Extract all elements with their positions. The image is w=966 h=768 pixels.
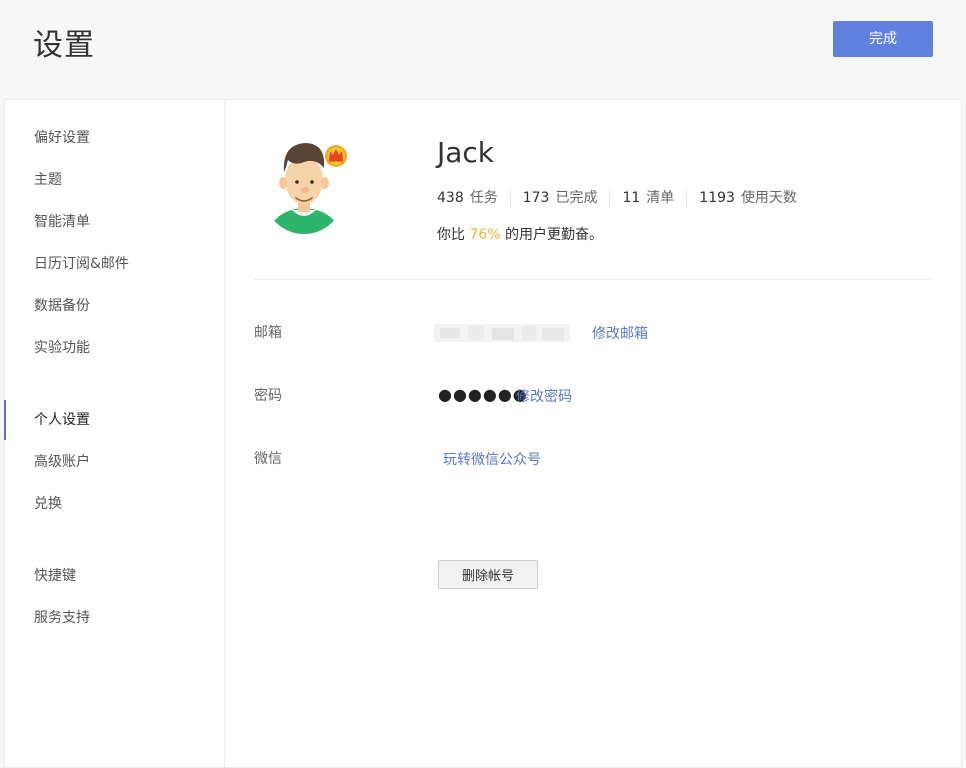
password-value: ●●●●●● [438,385,528,404]
stat-value: 173 [522,190,550,206]
avatar[interactable] [264,138,354,242]
email-value-blurred [434,324,570,342]
sidebar-item-redeem[interactable]: 兑换 [5,484,223,524]
compare-suffix: 的用户更勤奋。 [505,227,604,243]
personal-settings-content: Jack 438 任务 173 已完成 11 清单 1193 使用天数 你比 7… [224,100,961,767]
wechat-label: 微信 [254,451,282,467]
password-label: 密码 [254,388,282,404]
settings-panel: 偏好设置 主题 智能清单 日历订阅&邮件 数据备份 实验功能 个人设置 高级账户… [4,99,962,768]
wechat-link[interactable]: 玩转微信公众号 [443,449,541,469]
compare-prefix: 你比 [437,227,465,243]
sidebar-item-smart-lists[interactable]: 智能清单 [5,202,223,242]
sidebar: 偏好设置 主题 智能清单 日历订阅&邮件 数据备份 实验功能 个人设置 高级账户… [4,100,225,767]
diligence-comparison: 你比 76% 的用户更勤奋。 [437,224,603,244]
stat-days: 1193 使用天数 [686,189,809,207]
done-button[interactable]: 完成 [833,21,933,57]
stat-label: 任务 [469,190,498,206]
sidebar-item-calendar-email[interactable]: 日历订阅&邮件 [5,244,223,284]
sidebar-item-theme[interactable]: 主题 [5,160,223,200]
stat-value: 438 [437,190,464,206]
stat-label: 已完成 [555,190,598,206]
stat-completed: 173 已完成 [509,189,610,207]
change-email-link[interactable]: 修改邮箱 [592,323,648,343]
email-label: 邮箱 [254,325,282,341]
stat-label: 清单 [646,190,675,206]
sidebar-item-preferences[interactable]: 偏好设置 [5,118,223,158]
sidebar-item-labs[interactable]: 实验功能 [5,328,223,368]
divider [254,279,931,280]
stat-lists: 11 清单 [609,189,686,207]
stat-label: 使用天数 [740,190,797,206]
sidebar-item-personal[interactable]: 个人设置 [4,400,223,440]
stat-value: 11 [622,190,641,206]
username: Jack [437,136,495,169]
compare-percentage: 76% [469,227,501,243]
crown-icon [325,145,347,167]
sidebar-item-backup[interactable]: 数据备份 [5,286,223,326]
page-title: 设置 [33,28,95,63]
sidebar-item-support[interactable]: 服务支持 [5,598,223,638]
top-bar: 设置 完成 [0,0,966,99]
stat-tasks: 438 任务 [437,189,510,207]
delete-account-button[interactable]: 删除帐号 [438,560,538,589]
sidebar-item-premium[interactable]: 高级账户 [5,442,223,482]
stat-value: 1193 [699,190,735,206]
avatar-icon [266,143,347,234]
change-password-link[interactable]: 修改密码 [516,386,572,406]
sidebar-item-shortcuts[interactable]: 快捷键 [5,556,223,596]
profile-stats: 438 任务 173 已完成 11 清单 1193 使用天数 [437,189,809,207]
